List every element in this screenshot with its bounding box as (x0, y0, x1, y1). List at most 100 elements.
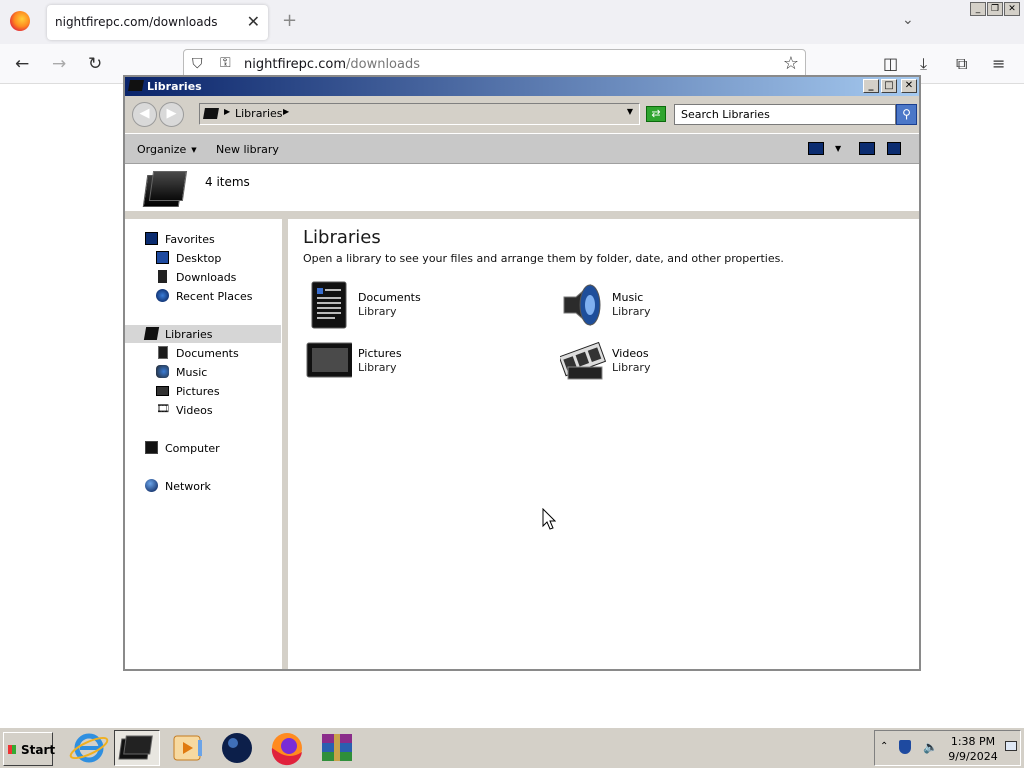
libraries-icon (203, 108, 219, 119)
downloads-folder-icon (158, 270, 167, 283)
library-type: Library (358, 361, 397, 374)
maximize-button[interactable]: □ (881, 79, 897, 93)
command-bar: Organize ▼ New library ▼ (125, 133, 919, 164)
back-icon[interactable]: ← (15, 54, 29, 74)
nav-favorites[interactable]: Favorites (145, 230, 300, 248)
explorer-taskbar-icon[interactable] (114, 730, 160, 766)
music-icon (560, 281, 606, 327)
browser-tab[interactable]: nightfirepc.com/downloads ✕ (47, 5, 268, 40)
libraries-large-icon (142, 171, 188, 209)
winrar-icon[interactable] (314, 730, 360, 766)
volume-icon[interactable]: 🔈 (923, 740, 938, 754)
bookmark-star-icon[interactable]: ☆ (783, 53, 799, 74)
explorer-window: Libraries _ □ ✕ ◀ ▶ ▶ Libraries ▶ ▼ ⇄ Se… (123, 75, 921, 671)
organize-button[interactable]: Organize ▼ (137, 143, 197, 156)
preview-pane-icon[interactable] (859, 142, 875, 155)
nav-libraries[interactable]: Libraries (125, 325, 281, 343)
library-type: Library (612, 305, 651, 318)
menu-icon[interactable]: ≡ (992, 54, 1005, 73)
address-row: ◀ ▶ ▶ Libraries ▶ ▼ ⇄ Search Libraries ⚲ (125, 96, 919, 133)
library-tile-music[interactable]: Music Library (560, 281, 790, 329)
list-tabs-icon[interactable]: ⌄ (902, 12, 914, 28)
back-button[interactable]: ◀ (132, 102, 157, 127)
nav-computer[interactable]: Computer (145, 439, 300, 457)
window-titlebar[interactable]: Libraries _ □ ✕ (125, 77, 919, 96)
new-tab-icon[interactable]: + (282, 10, 297, 31)
help-icon[interactable] (887, 142, 901, 155)
reload-icon[interactable]: ↻ (88, 54, 102, 74)
address-bar[interactable]: ▶ Libraries ▶ ▼ (199, 103, 640, 125)
documents-icon (158, 346, 168, 359)
nav-network[interactable]: Network (145, 477, 300, 495)
library-tile-videos[interactable]: Videos Library (558, 337, 790, 385)
library-tile-documents[interactable]: Documents Library (306, 281, 536, 329)
window-title: Libraries (147, 80, 202, 93)
extensions-icon[interactable]: ⧉ (956, 54, 967, 74)
media-player-icon[interactable] (164, 730, 210, 766)
host-close-icon[interactable]: ✕ (1004, 2, 1020, 16)
recent-places-icon (156, 289, 169, 302)
clock-time: 1:38 PM (950, 735, 996, 748)
search-input[interactable]: Search Libraries (674, 104, 896, 125)
music-icon (156, 365, 169, 378)
pictures-icon (156, 386, 169, 396)
favorites-icon (145, 232, 158, 245)
videos-icon: 🎞 (156, 402, 170, 415)
downloads-icon[interactable]: ⤓ (920, 54, 927, 74)
windows-flag-icon (8, 745, 16, 754)
library-type: Library (358, 305, 397, 318)
library-name: Documents (358, 291, 421, 304)
tab-title: nightfirepc.com/downloads (55, 15, 218, 29)
internet-explorer-icon[interactable] (66, 730, 112, 766)
forward-icon[interactable]: → (52, 54, 66, 74)
refresh-button[interactable]: ⇄ (646, 106, 666, 122)
forward-button[interactable]: ▶ (159, 102, 184, 127)
change-view-icon[interactable] (808, 142, 824, 155)
taskbar: Start ⌃ 🔈 1:38 PM 9/9/2024 (0, 726, 1024, 768)
tab-close-icon[interactable]: ✕ (247, 12, 260, 31)
network-icon (145, 479, 158, 492)
start-button[interactable]: Start (3, 732, 55, 766)
library-name: Pictures (358, 347, 402, 360)
network-globe-icon[interactable] (214, 730, 260, 766)
minimize-button[interactable]: _ (863, 79, 879, 93)
firefox-icon (10, 11, 30, 31)
content-pane: Libraries Open a library to see your fil… (288, 219, 919, 669)
connection-lock-icon[interactable]: ⚿ (220, 55, 231, 71)
navigation-pane: Favorites Desktop Downloads Recent Place… (125, 219, 285, 669)
tracking-shield-icon[interactable]: ⛉ (192, 56, 203, 72)
computer-icon (145, 441, 158, 454)
library-tile-pictures[interactable]: Pictures Library (306, 337, 536, 385)
clock[interactable]: 1:38 PM 9/9/2024 (941, 735, 1005, 763)
security-shield-icon[interactable] (899, 740, 911, 754)
videos-icon (558, 337, 607, 383)
breadcrumb-arrow-icon[interactable]: ▶ (283, 107, 289, 116)
system-tray: ⌃ 🔈 1:38 PM 9/9/2024 (874, 730, 1021, 766)
mouse-cursor-icon (542, 508, 556, 530)
desktop-icon (156, 251, 169, 264)
search-placeholder: Search Libraries (681, 108, 770, 121)
search-icon[interactable]: ⚲ (896, 104, 917, 125)
show-desktop-icon[interactable] (1005, 741, 1017, 751)
pocket-icon[interactable]: ◫ (883, 54, 898, 73)
details-header: 4 items (125, 164, 919, 215)
documents-icon (306, 281, 352, 329)
item-count: 4 items (205, 175, 250, 189)
show-hidden-icons-icon[interactable]: ⌃ (880, 741, 888, 752)
url-text[interactable]: nightfirepc.com/downloads (244, 57, 420, 72)
host-restore-icon[interactable]: ❐ (987, 2, 1003, 16)
firefox-taskbar-icon[interactable] (264, 730, 310, 766)
breadcrumb-libraries[interactable]: Libraries (235, 107, 283, 120)
page-title: Libraries (303, 227, 381, 248)
host-window-controls: _ ❐ ✕ (970, 2, 1020, 16)
host-minimize-icon[interactable]: _ (970, 2, 986, 16)
library-name: Videos (612, 347, 649, 360)
close-button[interactable]: ✕ (901, 79, 917, 93)
new-library-button[interactable]: New library (216, 143, 279, 156)
view-options-dropdown-icon[interactable]: ▼ (835, 144, 841, 153)
address-dropdown-icon[interactable]: ▼ (627, 107, 633, 116)
pictures-icon (306, 337, 354, 383)
library-name: Music (612, 291, 644, 304)
breadcrumb-arrow-icon[interactable]: ▶ (224, 107, 230, 116)
page-subtitle: Open a library to see your files and arr… (303, 252, 784, 265)
